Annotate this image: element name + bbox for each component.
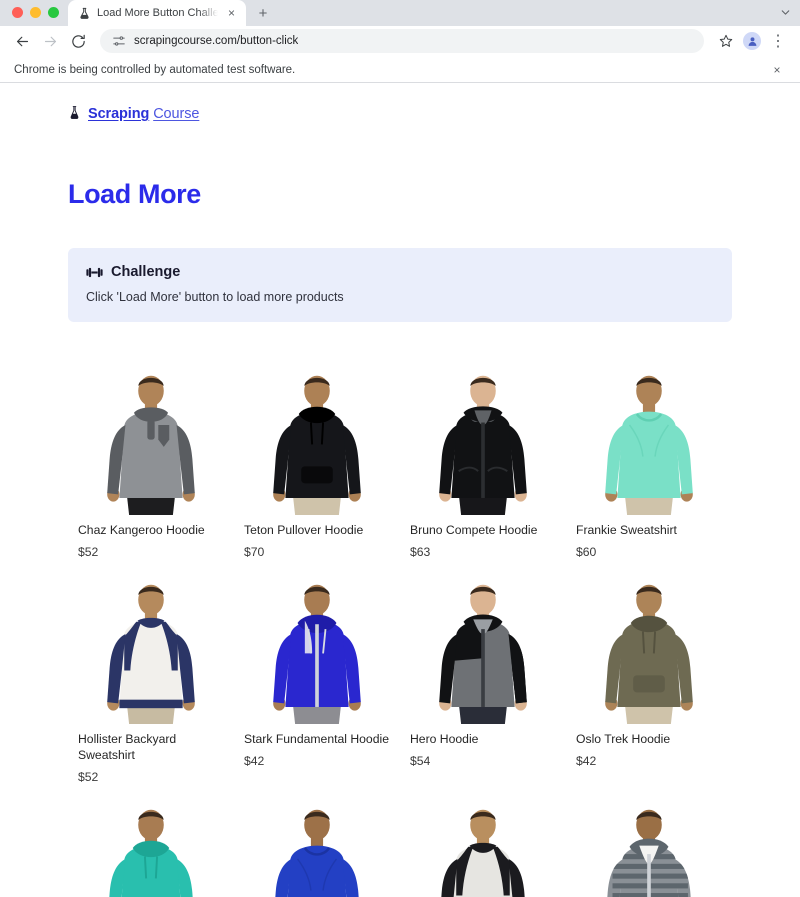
product-price: $60 [576, 545, 597, 560]
challenge-description: Click 'Load More' button to load more pr… [86, 290, 344, 305]
product-image[interactable] [78, 784, 224, 897]
product-image[interactable] [244, 350, 390, 516]
site-logo-link[interactable]: Scraping Course [68, 105, 199, 122]
chevron-down-icon[interactable] [779, 6, 792, 21]
site-header: Scraping Course [0, 83, 800, 127]
close-icon[interactable]: × [224, 6, 239, 21]
dumbbell-icon [86, 266, 103, 279]
profile-avatar[interactable] [740, 29, 764, 53]
product-image[interactable] [78, 559, 224, 725]
flask-icon [68, 105, 81, 122]
product-card[interactable]: Chaz Kangeroo Hoodie $52 [68, 350, 234, 559]
product-card[interactable]: Oslo Trek Hoodie $42 [566, 559, 732, 784]
browser-toolbar: scrapingcourse.com/button-click ⋮ [0, 26, 800, 58]
reload-button[interactable] [66, 29, 90, 53]
close-window-button[interactable] [12, 7, 23, 18]
product-grid: Chaz Kangeroo Hoodie $52 Teton Pullover H… [68, 350, 732, 897]
product-image[interactable] [244, 559, 390, 725]
tune-icon[interactable] [112, 34, 126, 48]
browser-tab[interactable]: Load More Button Challenge × [68, 0, 246, 26]
page-title: Load More [68, 179, 201, 210]
product-name: Oslo Trek Hoodie [576, 732, 671, 747]
close-icon[interactable]: × [768, 61, 786, 79]
product-name: Chaz Kangeroo Hoodie [78, 523, 205, 538]
product-card[interactable] [68, 784, 234, 897]
product-price: $52 [78, 770, 99, 785]
page-content: Scraping Course Load More Challenge Clic… [0, 83, 800, 897]
avatar-icon [743, 32, 761, 51]
url-text: scrapingcourse.com/button-click [134, 35, 299, 48]
new-tab-button[interactable]: + [250, 0, 276, 26]
tab-strip: Load More Button Challenge × + [0, 0, 800, 26]
automation-infobar-text: Chrome is being controlled by automated … [14, 63, 296, 76]
product-card[interactable]: Stark Fundamental Hoodie $42 [234, 559, 400, 784]
product-name: Hero Hoodie [410, 732, 479, 747]
product-name: Stark Fundamental Hoodie [244, 732, 389, 747]
product-image[interactable] [78, 350, 224, 516]
product-image[interactable] [576, 784, 722, 897]
product-name: Teton Pullover Hoodie [244, 523, 364, 538]
product-card[interactable] [400, 784, 566, 897]
product-price: $42 [576, 754, 597, 769]
maximize-window-button[interactable] [48, 7, 59, 18]
product-card[interactable]: Hero Hoodie $54 [400, 559, 566, 784]
product-price: $70 [244, 545, 265, 560]
forward-button[interactable] [38, 29, 62, 53]
toolbar-right-controls: ⋮ [714, 29, 790, 53]
product-price: $52 [78, 545, 99, 560]
product-card[interactable]: Teton Pullover Hoodie $70 [234, 350, 400, 559]
browser-window: Load More Button Challenge × + [0, 0, 800, 897]
product-card[interactable] [566, 784, 732, 897]
challenge-box: Challenge Click 'Load More' button to lo… [68, 248, 732, 323]
product-name: Bruno Compete Hoodie [410, 523, 538, 538]
challenge-heading: Challenge [111, 264, 181, 281]
logo-normal-text: Course [153, 105, 200, 122]
product-name: Hollister Backyard Sweatshirt [78, 732, 177, 763]
product-price: $54 [410, 754, 431, 769]
product-name: Frankie Sweatshirt [576, 523, 677, 538]
product-image[interactable] [576, 559, 722, 725]
logo-bold-text: Scraping [88, 105, 150, 122]
product-image[interactable] [410, 784, 556, 897]
automation-infobar: Chrome is being controlled by automated … [0, 57, 800, 84]
back-button[interactable] [10, 29, 34, 53]
product-card[interactable]: Frankie Sweatshirt $60 [566, 350, 732, 559]
menu-icon[interactable]: ⋮ [766, 29, 790, 53]
page-viewport: Scraping Course Load More Challenge Clic… [0, 83, 800, 897]
product-price: $63 [410, 545, 431, 560]
flask-icon [78, 7, 91, 20]
product-price: $42 [244, 754, 265, 769]
product-card[interactable] [234, 784, 400, 897]
product-card[interactable]: Bruno Compete Hoodie $63 [400, 350, 566, 559]
challenge-header: Challenge [86, 264, 714, 280]
bookmark-star-icon[interactable] [714, 29, 738, 53]
product-image[interactable] [244, 784, 390, 897]
site-logo-text: Scraping Course [88, 106, 199, 122]
address-bar[interactable]: scrapingcourse.com/button-click [100, 29, 704, 54]
product-image[interactable] [576, 350, 722, 516]
product-image[interactable] [410, 559, 556, 725]
minimize-window-button[interactable] [30, 7, 41, 18]
product-card[interactable]: Hollister Backyard Sweatshirt $52 [68, 559, 234, 784]
window-controls [8, 7, 68, 26]
product-image[interactable] [410, 350, 556, 516]
tabstrip-right-controls [779, 6, 800, 26]
tab-title: Load More Button Challenge [97, 7, 218, 19]
